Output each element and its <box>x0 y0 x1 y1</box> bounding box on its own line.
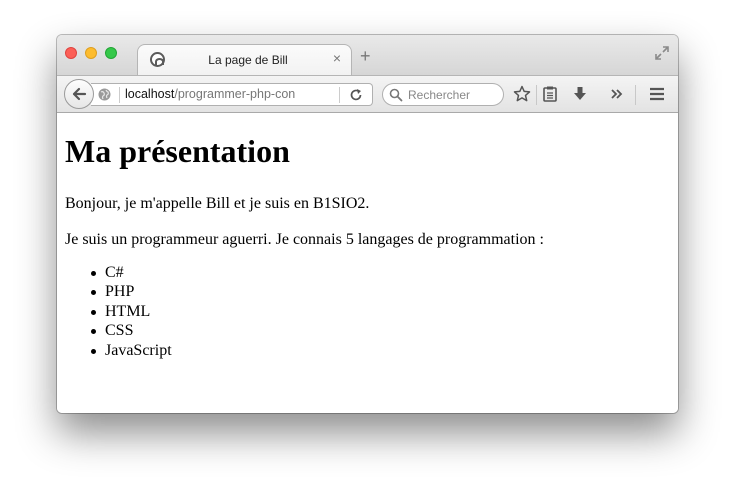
page-heading: Ma présentation <box>65 133 290 169</box>
clipboard-icon[interactable] <box>541 85 559 103</box>
skills-paragraph: Je suis un programmeur aguerri. Je conna… <box>65 231 544 248</box>
url-text[interactable]: localhost/programmer-php-con <box>125 87 310 102</box>
back-button[interactable] <box>64 79 94 109</box>
browser-window: La page de Bill × + localhost/programmer… <box>57 35 678 413</box>
list-item: HTML <box>65 302 172 321</box>
download-icon[interactable] <box>571 85 589 103</box>
star-icon[interactable] <box>513 85 531 103</box>
fullscreen-icon[interactable] <box>654 45 670 61</box>
intro-paragraph: Bonjour, je m'appelle Bill et je suis en… <box>65 195 370 212</box>
toolbar-separator <box>536 85 537 105</box>
navigation-toolbar: localhost/programmer-php-con Rechercher <box>57 75 678 113</box>
reload-icon[interactable] <box>349 88 363 102</box>
search-icon <box>389 88 403 102</box>
search-bar[interactable]: Rechercher <box>382 83 504 106</box>
url-bar[interactable]: localhost/programmer-php-con <box>91 83 373 106</box>
tab-title: La page de Bill <box>208 53 288 67</box>
chevron-double-right-icon[interactable] <box>608 85 626 103</box>
tab-close-icon[interactable]: × <box>333 50 341 66</box>
list-item: JavaScript <box>65 341 172 360</box>
back-arrow-icon <box>72 87 87 101</box>
hamburger-menu-icon[interactable] <box>648 85 666 103</box>
new-tab-button[interactable]: + <box>360 47 371 65</box>
search-placeholder: Rechercher <box>408 88 471 102</box>
list-item: CSS <box>65 321 172 340</box>
zoom-window-button[interactable] <box>105 47 117 59</box>
url-path: /programmer-php-con <box>174 87 296 101</box>
title-bar: La page de Bill × + <box>57 35 678 75</box>
toolbar-separator-menu <box>635 85 636 105</box>
page-content: Ma présentation Bonjour, je m'appelle Bi… <box>57 113 678 413</box>
tab-favicon-icon <box>150 52 165 67</box>
minimize-window-button[interactable] <box>85 47 97 59</box>
globe-icon <box>98 88 111 101</box>
list-item: C# <box>65 263 172 282</box>
url-host: localhost <box>125 87 175 101</box>
url-separator-right <box>339 87 340 103</box>
list-item: PHP <box>65 282 172 301</box>
languages-list: C# PHP HTML CSS JavaScript <box>65 263 172 360</box>
close-window-button[interactable] <box>65 47 77 59</box>
url-separator <box>119 87 120 103</box>
tab-active[interactable]: La page de Bill × <box>137 44 352 75</box>
